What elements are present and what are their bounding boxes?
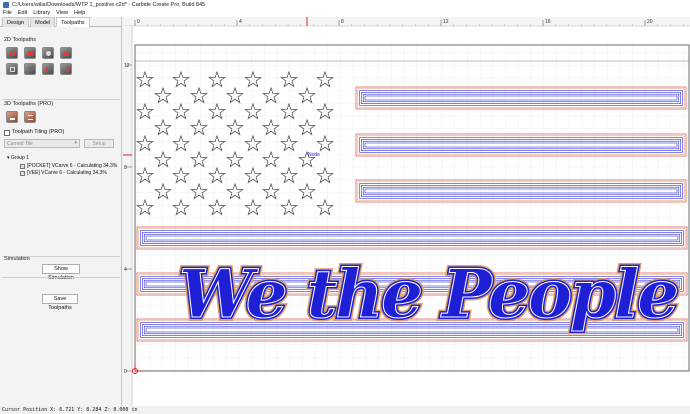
pocket-icon	[28, 51, 33, 56]
left-ruler	[123, 26, 132, 406]
toolpath-icon	[20, 170, 25, 176]
save-toolpaths-button[interactable]: Save Toolpaths	[42, 294, 78, 311]
panel-tabs: Design Model Toolpaths	[0, 17, 121, 27]
vcarve-toolpath-button[interactable]	[60, 47, 72, 59]
advanced-vcarve-icon	[10, 67, 15, 72]
menu-bar: File Edit Library View Help	[0, 9, 690, 17]
toolpath-tiling-checkbox[interactable]	[4, 130, 10, 136]
current-tile-value: Current Tile	[7, 141, 33, 147]
tree-item-label: [VEE] VCarve 6 - Calculating 34.3%	[27, 170, 107, 176]
menu-edit[interactable]: Edit	[18, 10, 27, 16]
status-bar: Cursor Position X: 6.721 Y: 8.284 Z: 0.0…	[0, 406, 690, 414]
section-simulation: Simulation	[4, 256, 30, 262]
menu-view[interactable]: View	[56, 10, 68, 16]
menu-library[interactable]: Library	[33, 10, 50, 16]
chamfer-icon	[46, 67, 51, 72]
chevron-down-icon: ▾	[74, 140, 77, 146]
tree-item-vee[interactable]: [VEE] VCarve 6 - Calculating 34.3%	[20, 170, 107, 176]
drill-toolpath-button[interactable]	[42, 47, 54, 59]
canvas-svg: 0 4 8 12 16 20 0 4 8 12 We the People We the Peo…	[123, 17, 690, 406]
vcarve-icon	[64, 51, 69, 56]
advanced-vcarve-button[interactable]	[6, 63, 18, 75]
divider	[2, 99, 120, 100]
contour-icon	[10, 51, 15, 56]
ruler-tick-label: 16	[545, 19, 551, 25]
3d-rough-button[interactable]	[6, 111, 18, 123]
tree-item-label: [POCKET] VCarve 6 - Calculating 34.3%	[27, 163, 118, 169]
divider	[2, 277, 120, 278]
setup-button[interactable]: Setup	[84, 139, 114, 148]
menu-help[interactable]: Help	[74, 10, 85, 16]
texture-toolpath-button[interactable]	[24, 63, 36, 75]
tree-item-pocket[interactable]: [POCKET] VCarve 6 - Calculating 34.3%	[20, 163, 117, 169]
left-panel: Design Model Toolpaths 2D Toolpaths 3D T…	[0, 17, 122, 406]
text-art-fill: We the People	[179, 255, 677, 333]
section-3d-toolpaths: 3D Toolpaths (PRO)	[4, 101, 54, 107]
drill-icon	[46, 51, 51, 56]
ruler-tick-label: 12	[124, 63, 130, 69]
toolpath-tiling-label: Toolpath Tiling (PRO)	[12, 129, 65, 135]
ruler-tick-label: 0	[137, 19, 140, 25]
chamfer-toolpath-button[interactable]	[42, 63, 54, 75]
engrave-icon	[64, 67, 69, 72]
text-art-group: We the People We the People We the Peopl…	[176, 252, 683, 337]
contour-toolpath-button[interactable]	[6, 47, 18, 59]
engrave-toolpath-button[interactable]	[60, 63, 72, 75]
ruler-tick-label: 12	[443, 19, 449, 25]
3d-rough-icon	[10, 115, 15, 120]
cursor-position: Cursor Position X: 6.721 Y: 8.284 Z: 0.0…	[2, 407, 138, 413]
show-simulation-button[interactable]: Show Simulation	[42, 264, 80, 281]
pocket-toolpath-button[interactable]	[24, 47, 36, 59]
toolpath-icon	[20, 163, 25, 169]
menu-file[interactable]: File	[3, 10, 12, 16]
3d-finish-button[interactable]	[24, 111, 36, 123]
section-2d-toolpaths: 2D Toolpaths	[4, 37, 37, 43]
tab-toolpaths[interactable]: Toolpaths	[56, 17, 90, 27]
tree-group-1[interactable]: ▾ Group 1	[7, 155, 29, 161]
current-tile-select[interactable]: Current Tile ▾	[4, 139, 80, 148]
ruler-tick-label: 4	[239, 19, 242, 25]
ruler-tick-label: 20	[647, 19, 653, 25]
3d-finish-icon	[28, 115, 33, 120]
tab-design[interactable]: Design	[2, 17, 30, 27]
window-title: C:/Users/wilia/Downloads/WTP 1_positive.…	[12, 1, 206, 8]
top-ruler	[123, 17, 690, 26]
tab-model[interactable]: Model	[30, 17, 56, 27]
ruler-tick-label: 4	[124, 267, 127, 273]
title-bar: C:/Users/wilia/Downloads/WTP 1_positive.…	[0, 0, 690, 9]
node-label: Node	[308, 152, 320, 158]
ruler-tick-label: 8	[341, 19, 344, 25]
tree-group-label: Group 1	[10, 155, 29, 161]
ruler-tick-label: 0	[124, 369, 127, 375]
ruler-tick-label: 8	[124, 165, 127, 171]
design-canvas[interactable]: 0 4 8 12 16 20 0 4 8 12 We the People We the Peo…	[123, 17, 690, 406]
app-icon	[3, 1, 9, 8]
texture-icon	[28, 67, 33, 72]
